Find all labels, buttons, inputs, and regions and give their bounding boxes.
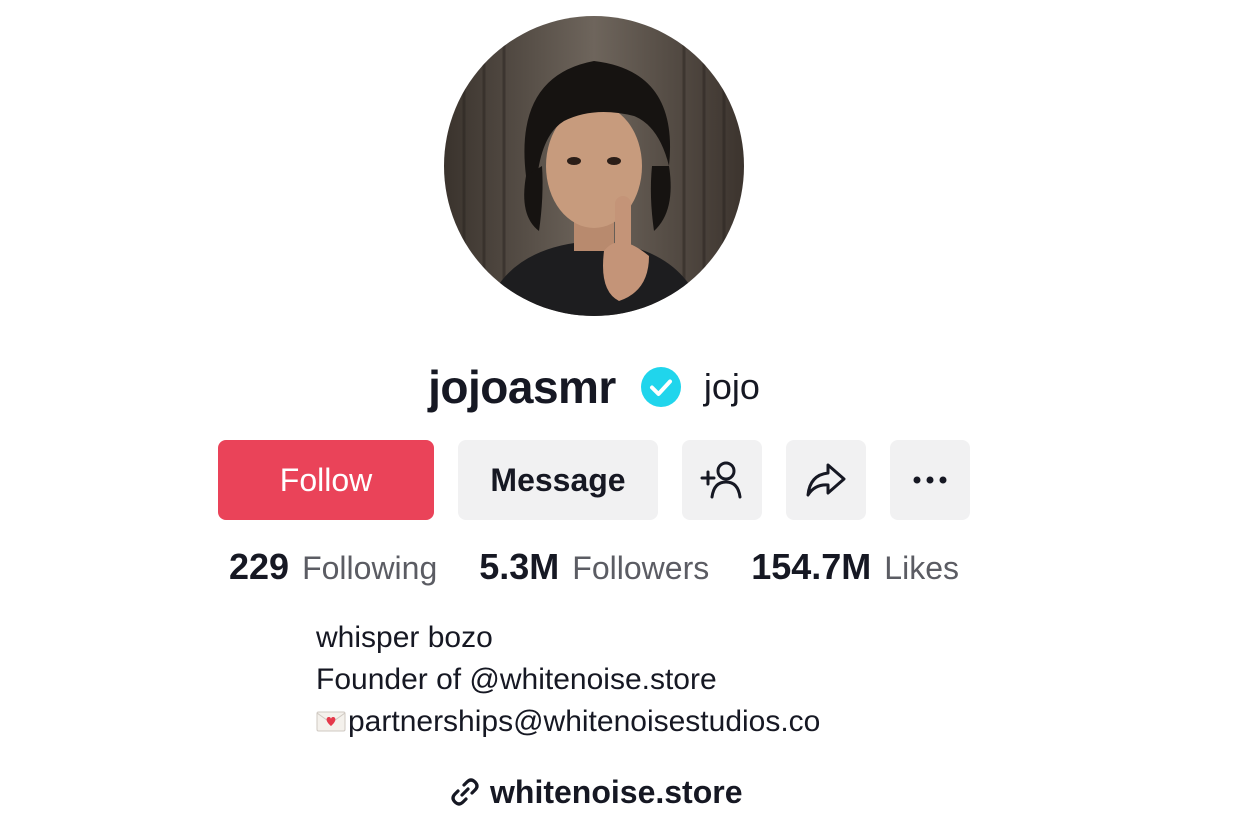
followers-count: 5.3M [479,546,560,587]
bio-line-2: Founder of @whitenoise.store [316,663,717,696]
more-dots-icon [913,476,947,484]
profile-name-row: jojoasmr jojo [0,352,1188,422]
follow-button-label: Follow [279,461,373,498]
profile-stats: 229 Following 5.3M Followers 154.7M Like… [0,546,1188,596]
following-label: Following [302,550,438,586]
person-plus-icon [700,461,742,499]
link-icon [448,775,482,809]
bio-line-1: whisper bozo [316,621,493,654]
follow-button[interactable]: Follow [218,440,434,520]
followers-label: Followers [572,550,710,586]
share-arrow-icon [806,463,846,497]
bio-line-3: partnerships@whitenoisestudios.co [316,701,820,745]
likes-label: Likes [884,550,959,586]
link-text[interactable]: whitenoise.store [490,774,743,811]
profile-link[interactable]: whitenoise.store [448,770,743,814]
more-options-button[interactable] [890,440,970,520]
nickname: jojo [703,366,760,407]
likes-stat: 154.7M Likes [751,546,959,588]
followers-stat[interactable]: 5.3M Followers [479,546,709,588]
bio-email: partnerships@whitenoisestudios.co [348,705,821,738]
message-button[interactable]: Message [458,440,658,520]
bio: whisper bozo Founder of @whitenoise.stor… [316,617,820,745]
avatar[interactable] [444,16,744,316]
verified-badge-icon [640,366,682,408]
add-friend-button[interactable] [682,440,762,520]
likes-count: 154.7M [751,546,872,587]
avatar-image [444,16,744,316]
share-button[interactable] [786,440,866,520]
following-count: 229 [229,546,290,587]
following-stat[interactable]: 229 Following [229,546,437,588]
username: jojoasmr [428,361,616,413]
message-button-label: Message [490,461,626,498]
love-letter-icon [316,703,346,745]
